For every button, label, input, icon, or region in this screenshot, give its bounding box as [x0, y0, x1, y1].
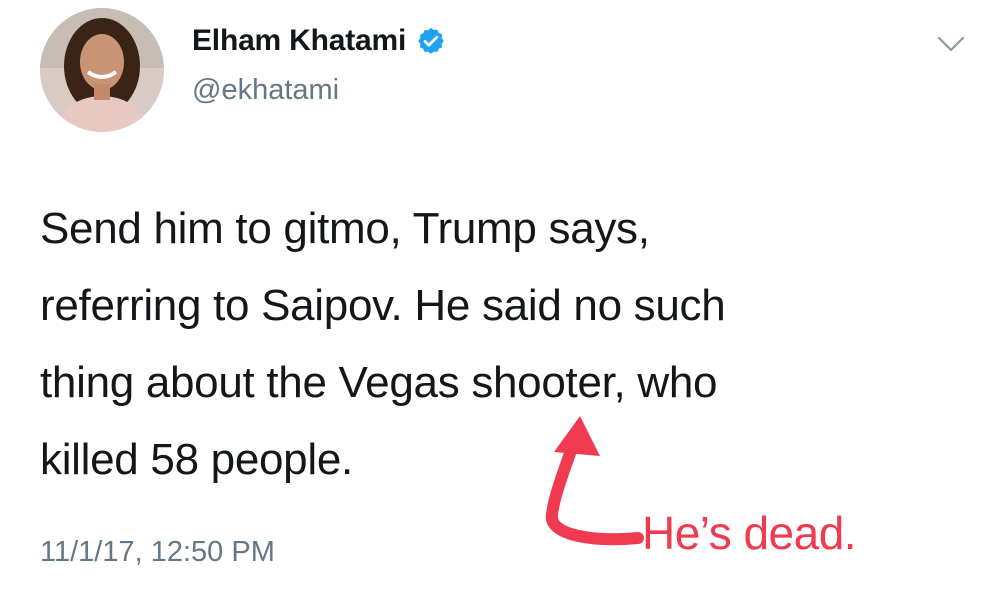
author-row: Elham Khatami — [192, 24, 446, 58]
tweet-text: Send him to gitmo, Trump says, referring… — [40, 190, 940, 498]
tweet-text-line: thing about the Vegas shooter, who — [40, 358, 718, 407]
avatar[interactable] — [40, 8, 164, 132]
curved-arrow-icon — [500, 410, 650, 560]
author-handle[interactable]: @ekhatami — [192, 74, 339, 107]
verified-badge-icon — [418, 27, 444, 54]
author-display-name[interactable]: Elham Khatami — [192, 24, 406, 58]
chevron-down-icon[interactable] — [936, 32, 966, 56]
avatar-photo — [40, 8, 164, 132]
tweet-text-line: killed 58 people. — [40, 435, 353, 484]
tweet-timestamp[interactable]: 11/1/17, 12:50 PM — [40, 536, 275, 569]
tweet-card: Elham Khatami @ekhatami Send him to gitm… — [0, 0, 994, 595]
tweet-text-line: referring to Saipov. He said no such — [40, 281, 726, 330]
tweet-text-line: Send him to gitmo, Trump says, — [40, 204, 650, 253]
annotation-text: He’s dead. — [642, 507, 857, 559]
